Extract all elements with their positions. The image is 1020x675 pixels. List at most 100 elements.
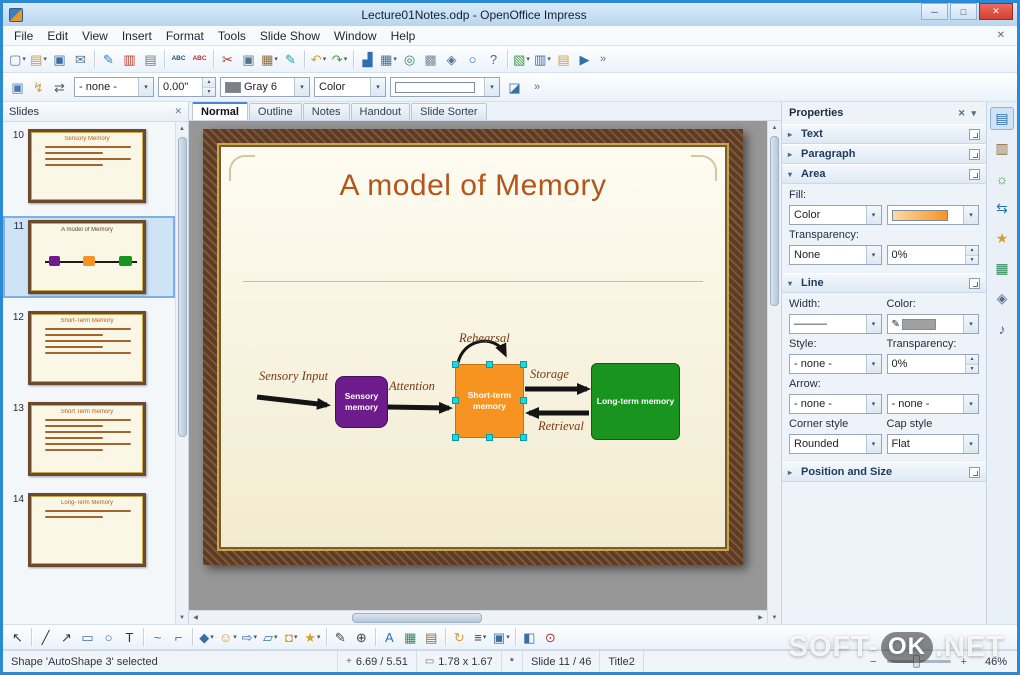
curve-icon[interactable]: ~: [147, 626, 168, 648]
scroll-right-icon[interactable]: ▶: [754, 611, 767, 624]
interaction-icon[interactable]: ⊙: [540, 626, 561, 648]
stepper-arrows[interactable]: ▲ ▼: [965, 355, 978, 373]
selection-handle[interactable]: [520, 434, 527, 441]
properties-icon[interactable]: ▤: [990, 107, 1014, 130]
toolbar-overflow-icon[interactable]: »: [534, 81, 540, 93]
gallery-icon[interactable]: ▦: [990, 257, 1014, 280]
menu-view[interactable]: View: [75, 28, 115, 44]
slide-thumbnail[interactable]: Short Term memory: [28, 402, 146, 476]
slide-layout-icon[interactable]: ▥ ▾: [532, 48, 553, 70]
slide-thumbnail-11[interactable]: 11 A model of Memory: [3, 216, 175, 298]
stepper-arrows[interactable]: ▲ ▼: [202, 78, 215, 96]
zoom-slider-thumb[interactable]: [912, 655, 920, 668]
slide-thumbnail[interactable]: Long-Term Memory: [28, 493, 146, 567]
shape-sensory-memory[interactable]: Sensory memory: [335, 376, 388, 428]
maximize-button[interactable]: □: [950, 3, 977, 20]
section-header-position-size[interactable]: ▸ Position and Size: [782, 462, 986, 482]
media-icon[interactable]: ♪: [990, 317, 1014, 340]
from-file-icon[interactable]: ▦: [400, 626, 421, 648]
edit-points-icon[interactable]: ✎: [330, 626, 351, 648]
scroll-up-icon[interactable]: ▲: [176, 122, 189, 135]
label-attention[interactable]: Attention: [389, 379, 435, 394]
tab-normal[interactable]: Normal: [192, 102, 248, 120]
shadow-icon[interactable]: ◪: [504, 76, 525, 98]
arrow-end-select[interactable]: - none - ▾: [886, 394, 979, 414]
horizontal-scrollbar[interactable]: ◀ ▶: [189, 610, 767, 624]
zoom-percentage[interactable]: 46%: [977, 651, 1017, 672]
transparency-type-select[interactable]: None ▾: [789, 245, 882, 265]
menu-slide-show[interactable]: Slide Show: [253, 28, 327, 44]
fill-color-select[interactable]: ▾: [390, 77, 500, 97]
gallery-icon[interactable]: ▤: [421, 626, 442, 648]
area-dialog-launcher-icon[interactable]: [969, 168, 980, 180]
text-dialog-launcher-icon[interactable]: [969, 128, 980, 140]
line-arrow-icon[interactable]: ↗: [56, 626, 77, 648]
slide-thumbnail-13[interactable]: 13 Short Term memory: [5, 400, 173, 478]
menu-edit[interactable]: Edit: [40, 28, 75, 44]
navigator-icon[interactable]: ◈: [441, 48, 462, 70]
slide-canvas[interactable]: A model of Memory Sensory Input Attentio…: [189, 121, 767, 610]
menu-format[interactable]: Format: [159, 28, 211, 44]
area-style-select[interactable]: Color ▾: [314, 77, 386, 97]
email-icon[interactable]: ✉: [70, 48, 91, 70]
label-sensory-input[interactable]: Sensory Input: [259, 369, 328, 384]
print-icon[interactable]: ▤: [140, 48, 161, 70]
symbol-shapes-icon[interactable]: ☺ ▾: [217, 626, 239, 648]
tab-slide-sorter[interactable]: Slide Sorter: [411, 103, 487, 120]
menu-tools[interactable]: Tools: [211, 28, 253, 44]
stars-icon[interactable]: ★ ▾: [302, 626, 323, 648]
clone-formatting-icon[interactable]: ✎: [280, 48, 301, 70]
styles-window-icon[interactable]: ▣: [7, 76, 28, 98]
line-style-select[interactable]: - none - ▾: [74, 77, 154, 97]
zoom-in-icon[interactable]: +: [959, 656, 969, 668]
new-slide-icon[interactable]: ▧ ▾: [511, 48, 532, 70]
cap-style-select[interactable]: Flat ▾: [886, 434, 979, 454]
callouts-icon[interactable]: ◘ ▾: [281, 626, 302, 648]
master-pages-icon[interactable]: ▥: [990, 137, 1014, 160]
slides-scrollbar[interactable]: ▲ ▼: [175, 122, 188, 624]
stepper-arrows[interactable]: ▲ ▼: [965, 246, 978, 264]
save-icon[interactable]: ▣: [49, 48, 70, 70]
selection-handle[interactable]: [520, 361, 527, 368]
toolbar-overflow-icon[interactable]: »: [600, 53, 606, 65]
show-grid-icon[interactable]: ▩: [420, 48, 441, 70]
chart-icon[interactable]: ▟: [357, 48, 378, 70]
slide[interactable]: A model of Memory Sensory Input Attentio…: [203, 129, 743, 565]
slide-thumbnail[interactable]: Short-Term Memory: [28, 311, 146, 385]
menu-file[interactable]: File: [7, 28, 40, 44]
line-color-select[interactable]: Gray 6 ▾: [220, 77, 310, 97]
slide-thumbnail[interactable]: A model of Memory: [28, 220, 146, 294]
arrange-icon[interactable]: ▣ ▾: [491, 626, 512, 648]
slide-thumbnail-12[interactable]: 12 Short-Term Memory: [5, 309, 173, 387]
line-dialog-launcher-icon[interactable]: [969, 277, 980, 289]
label-storage[interactable]: Storage: [530, 367, 569, 382]
selection-handle[interactable]: [485, 434, 493, 441]
selection-handle[interactable]: [485, 361, 493, 368]
slide-design-icon[interactable]: ▤: [553, 48, 574, 70]
slides-panel-close-icon[interactable]: ✕: [174, 106, 182, 117]
shape-long-term-memory[interactable]: Long-term memory: [591, 363, 680, 440]
line-width-select[interactable]: ——— ▾: [789, 314, 882, 334]
text-icon[interactable]: T: [119, 626, 140, 648]
selection-handle[interactable]: [452, 397, 459, 404]
scrollbar-thumb[interactable]: [177, 137, 187, 437]
hyperlink-icon[interactable]: ◎: [399, 48, 420, 70]
section-header-paragraph[interactable]: ▸ Paragraph: [782, 144, 986, 164]
label-rehearsal[interactable]: Rehearsal: [459, 331, 510, 346]
corner-style-select[interactable]: Rounded ▾: [789, 434, 882, 454]
tab-handout[interactable]: Handout: [350, 103, 411, 120]
help-icon[interactable]: ?: [483, 48, 504, 70]
spelling-icon[interactable]: ABC: [168, 48, 189, 70]
zoom-icon[interactable]: ○: [462, 48, 483, 70]
line-icon[interactable]: ╱: [35, 626, 56, 648]
scrollbar-thumb[interactable]: [770, 136, 779, 306]
edit-file-icon[interactable]: ✎: [98, 48, 119, 70]
section-header-line[interactable]: ▾ Line: [782, 273, 986, 293]
paragraph-dialog-launcher-icon[interactable]: [969, 148, 980, 160]
zoom-slider[interactable]: [886, 655, 951, 668]
menu-help[interactable]: Help: [384, 28, 423, 44]
properties-close-icon[interactable]: ✕: [955, 108, 969, 119]
tab-notes[interactable]: Notes: [302, 103, 350, 120]
scroll-down-icon[interactable]: ▼: [176, 611, 189, 624]
connector-icon[interactable]: ⌐: [168, 626, 189, 648]
